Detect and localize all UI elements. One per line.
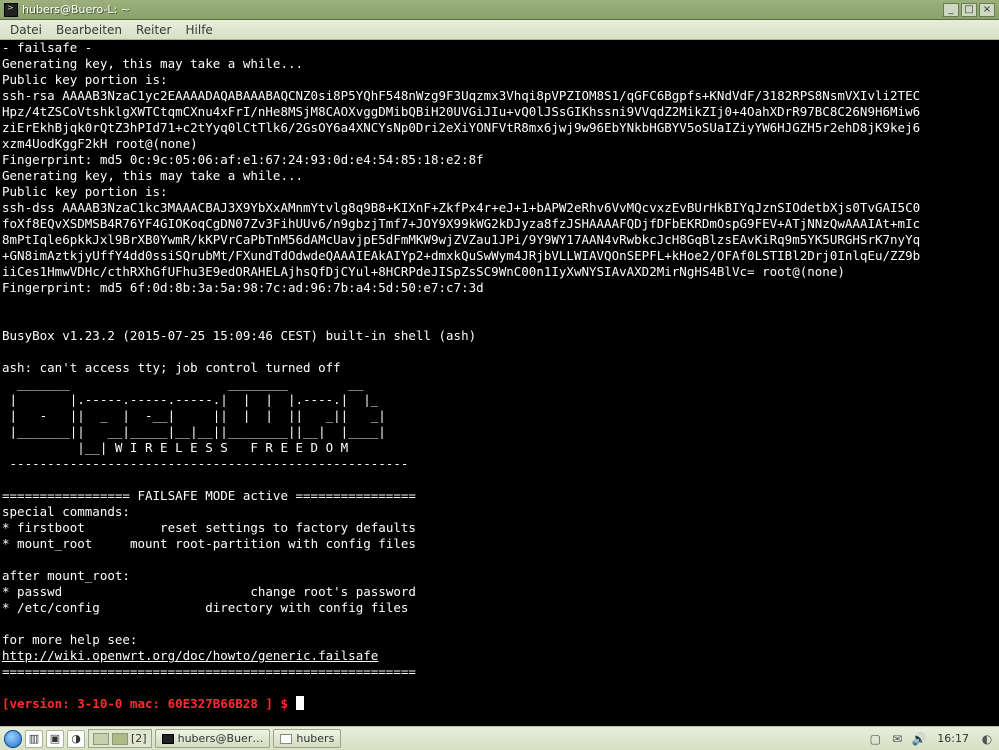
term-line: BusyBox v1.23.2 (2015-07-25 15:09:46 CES… bbox=[2, 328, 476, 343]
minimize-button[interactable]: _ bbox=[943, 3, 959, 17]
terminal-viewport[interactable]: - failsafe - Generating key, this may ta… bbox=[0, 40, 999, 726]
clock[interactable]: 16:17 bbox=[933, 732, 973, 745]
term-line: Public key portion is: bbox=[2, 184, 168, 199]
close-button[interactable]: × bbox=[979, 3, 995, 17]
term-line: ziErEkhBjqk0rQtZ3hPId71+c2tYyq0lCtTlk6/2… bbox=[2, 120, 920, 135]
term-line: ssh-dss AAAAB3NzaC1kc3MAAACBAJ3X9YbXxAMn… bbox=[2, 200, 920, 215]
term-line: Public key portion is: bbox=[2, 72, 168, 87]
menubar: Datei Bearbeiten Reiter Hilfe bbox=[0, 20, 999, 40]
menu-reiter[interactable]: Reiter bbox=[130, 21, 178, 39]
launcher-terminal[interactable]: ▣ bbox=[46, 730, 64, 748]
term-line: Fingerprint: md5 0c:9c:05:06:af:e1:67:24… bbox=[2, 152, 484, 167]
task-filemanager[interactable]: hubers bbox=[273, 729, 341, 748]
term-line: Generating key, this may take a while... bbox=[2, 56, 303, 71]
ascii-art: |__| W I R E L E S S F R E E D O M bbox=[2, 440, 348, 455]
term-line: ========================================… bbox=[2, 664, 416, 679]
term-line: ================= FAILSAFE MODE active =… bbox=[2, 488, 416, 503]
term-line: after mount_root: bbox=[2, 568, 130, 583]
term-line: * mount_root mount root-partition with c… bbox=[2, 536, 416, 551]
term-line: +GN8imAztkjyUffY4dd0ssiSQrubMt/FXundTdOd… bbox=[2, 248, 920, 263]
term-line: xzm4UodKggF2kH root@(none) bbox=[2, 136, 198, 151]
term-line: ssh-rsa AAAAB3NzaC1yc2EAAAADAQABAAABAQCN… bbox=[2, 88, 920, 103]
workspace-1[interactable] bbox=[93, 733, 109, 745]
ascii-art: | - || _ | -__| || | | || _|| _| bbox=[2, 408, 386, 423]
term-line: foXf8EQvXSDMSB4R76YF4GIOKoqCgDN07Zv3FihU… bbox=[2, 216, 920, 231]
start-menu-button[interactable] bbox=[4, 730, 22, 748]
tray-volume-icon[interactable]: 🔊 bbox=[911, 731, 927, 747]
ascii-art: _______ ________ __ bbox=[2, 376, 363, 391]
maximize-button[interactable]: □ bbox=[961, 3, 977, 17]
term-line: Generating key, this may take a while... bbox=[2, 168, 303, 183]
term-line: ash: can't access tty; job control turne… bbox=[2, 360, 341, 375]
workspace-label: [2] bbox=[131, 732, 147, 745]
terminal-icon bbox=[162, 734, 174, 744]
term-line: Fingerprint: md5 6f:0d:8b:3a:5a:98:7c:ad… bbox=[2, 280, 484, 295]
help-link[interactable]: http://wiki.openwrt.org/doc/howto/generi… bbox=[2, 648, 378, 663]
tray-notification-icon[interactable]: ✉ bbox=[889, 731, 905, 747]
system-tray: ▢ ✉ 🔊 16:17 ◐ bbox=[867, 731, 995, 747]
term-line: 8mPtIqle6pkkJxl9BrXB0YwmR/kKPVrCaPbTnM56… bbox=[2, 232, 920, 247]
tray-desktop-icon[interactable]: ▢ bbox=[867, 731, 883, 747]
ascii-art: |_______|| __|_____|__|__||________||__|… bbox=[2, 424, 386, 439]
terminal-icon bbox=[4, 3, 18, 17]
task-label: hubers bbox=[296, 732, 334, 745]
window-title: hubers@Buero-L: ~ bbox=[22, 3, 943, 16]
term-line: * /etc/config directory with config file… bbox=[2, 600, 408, 615]
ascii-art: | |.-----.-----.-----.| | | |.----.| |_ bbox=[2, 392, 378, 407]
menu-bearbeiten[interactable]: Bearbeiten bbox=[50, 21, 128, 39]
ascii-art: ----------------------------------------… bbox=[2, 456, 408, 471]
taskbar: ▥ ▣ ◑ [2] hubers@Buer… hubers ▢ ✉ 🔊 16:1… bbox=[0, 726, 999, 750]
term-line: Hpz/4tZSCoVtshklgXWTCtqmCXnu4xFrI/nHe8MS… bbox=[2, 104, 920, 119]
term-line: iiCes1HmwVDHc/cthRXhGfUFhu3E9edORAHELAjh… bbox=[2, 264, 845, 279]
term-line: for more help see: bbox=[2, 632, 137, 647]
launcher-browser[interactable]: ◑ bbox=[67, 730, 85, 748]
task-label: hubers@Buer… bbox=[178, 732, 264, 745]
launcher-files[interactable]: ▥ bbox=[25, 730, 43, 748]
folder-icon bbox=[280, 734, 292, 744]
window-titlebar: hubers@Buero-L: ~ _ □ × bbox=[0, 0, 999, 20]
workspace-2[interactable] bbox=[112, 733, 128, 745]
workspace-pager[interactable]: [2] bbox=[88, 729, 152, 748]
shell-prompt: [version: 3-10-0 mac: 60E327B66B28 ] $ bbox=[2, 696, 296, 711]
tray-logout-icon[interactable]: ◐ bbox=[979, 731, 995, 747]
menu-hilfe[interactable]: Hilfe bbox=[180, 21, 219, 39]
task-terminal[interactable]: hubers@Buer… bbox=[155, 729, 271, 748]
cursor bbox=[296, 696, 304, 710]
term-line: * passwd change root's password bbox=[2, 584, 416, 599]
menu-datei[interactable]: Datei bbox=[4, 21, 48, 39]
term-line: special commands: bbox=[2, 504, 130, 519]
term-line: * firstboot reset settings to factory de… bbox=[2, 520, 416, 535]
term-line: - failsafe - bbox=[2, 40, 92, 55]
